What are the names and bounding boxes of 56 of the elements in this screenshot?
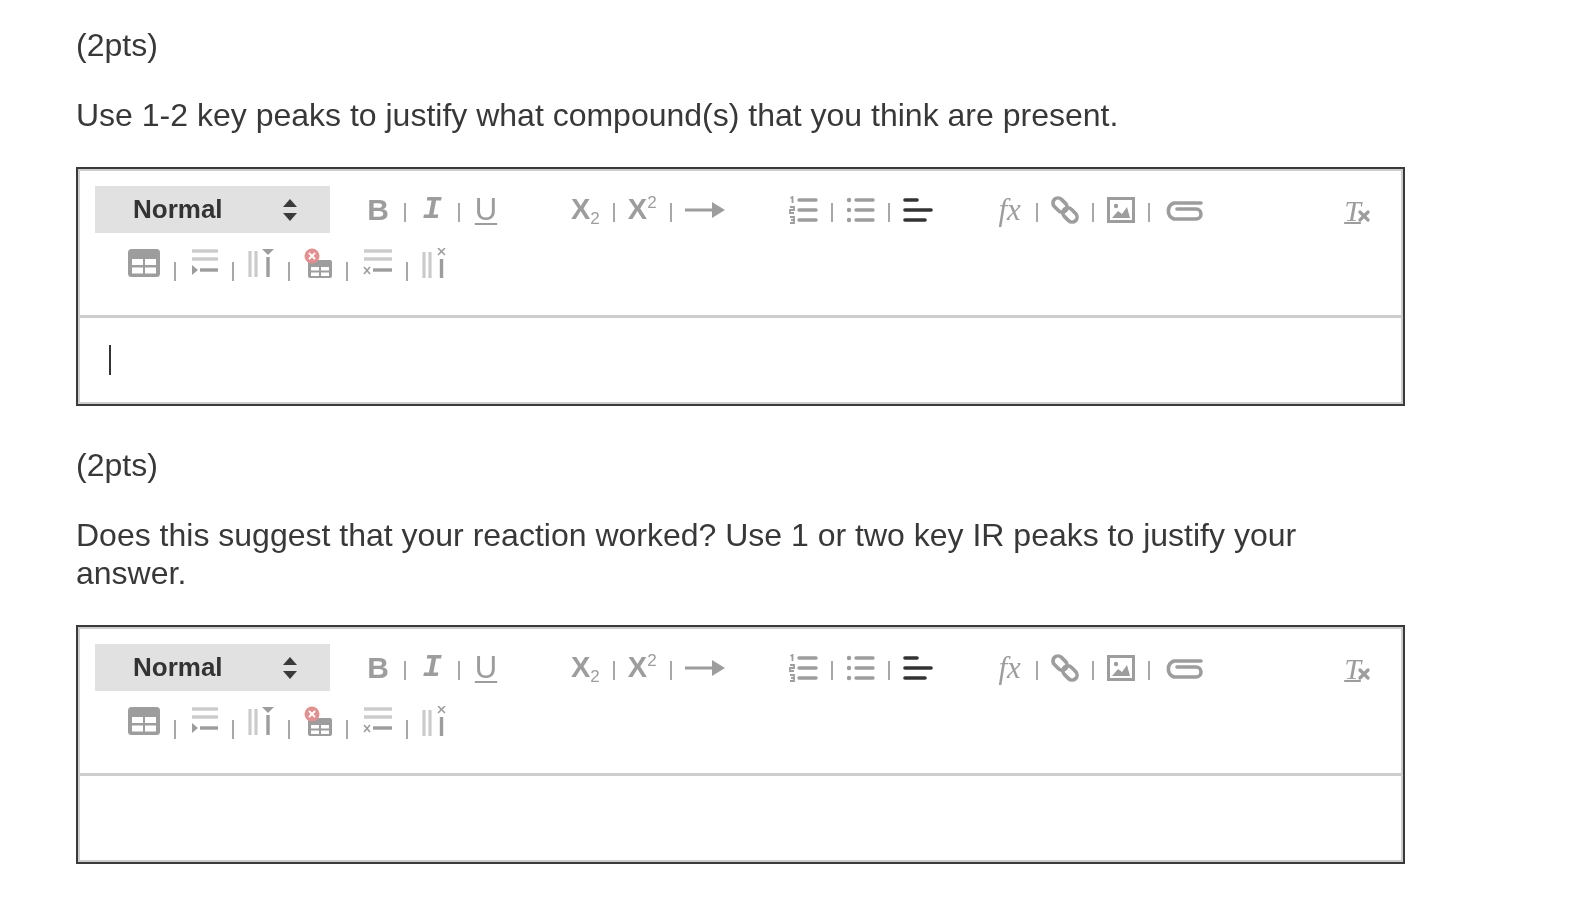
insert-column-icon [248,249,274,277]
align-left-icon [902,196,933,223]
insert-column-button[interactable] [247,247,275,279]
question-text: Use 1-2 key peaks to justify what compound(s) that you think are present. [76,96,1120,134]
up-down-caret-icon [283,656,297,679]
numbered-list-icon [788,653,818,682]
delete-row-icon [362,707,392,735]
table-icon [128,249,160,277]
formula-button[interactable]: fx [995,193,1024,226]
italic-button[interactable]: I [418,193,446,226]
right-arrow-icon [684,658,725,677]
up-down-caret-icon [283,198,297,221]
formula-button[interactable]: fx [995,651,1024,684]
underline-button[interactable]: U [472,193,500,226]
bullet-list-icon [845,653,875,682]
underline-button[interactable]: U [472,651,500,684]
insert-row-icon [190,707,218,735]
link-button[interactable] [1049,651,1080,684]
delete-table-button[interactable] [303,705,333,737]
question-text: Does this suggest that your reaction worked? Use 1 or two key IR peaks to justify your answer. [76,516,1298,592]
numbered-list-button[interactable] [787,651,819,684]
bullet-list-icon [845,195,875,224]
link-icon [1050,653,1079,682]
subscript-button[interactable]: X$_{2}$ [570,651,601,684]
table-button[interactable] [127,705,161,737]
bold-button[interactable]: B [364,651,392,684]
right-arrow-icon [684,200,725,219]
insert-column-icon [248,707,274,735]
table-icon [128,707,160,735]
delete-table-icon [304,706,332,736]
numbered-list-button[interactable] [787,193,819,226]
delete-table-button[interactable] [303,247,333,279]
insert-column-button[interactable] [247,705,275,737]
points-label: (2pts) [76,26,158,65]
link-icon [1050,195,1079,224]
superscript-button[interactable]: X$^{2}$ [626,651,658,684]
clear-format-button[interactable]: T [1343,193,1371,226]
image-icon [1106,196,1135,223]
numbered-list-icon [788,195,818,224]
italic-button[interactable]: I [418,651,446,684]
answer-box[interactable] [78,318,1403,404]
table-button[interactable] [127,247,161,279]
format-dropdown[interactable]: Normal [95,186,330,233]
bold-button[interactable]: B [364,193,392,226]
link-button[interactable] [1049,193,1080,226]
delete-row-icon [362,249,392,277]
delete-table-icon [304,248,332,278]
align-left-icon [902,654,933,681]
superscript-button[interactable]: X$^{2}$ [626,193,658,226]
points-label: (2pts) [76,446,158,485]
image-icon [1106,654,1135,681]
subscript-button[interactable]: X$_{2}$ [570,193,601,226]
answer-box[interactable] [78,776,1403,862]
clear-format-button[interactable]: T [1343,651,1371,684]
format-dropdown[interactable]: Normal [95,644,330,691]
insert-row-icon [190,249,218,277]
